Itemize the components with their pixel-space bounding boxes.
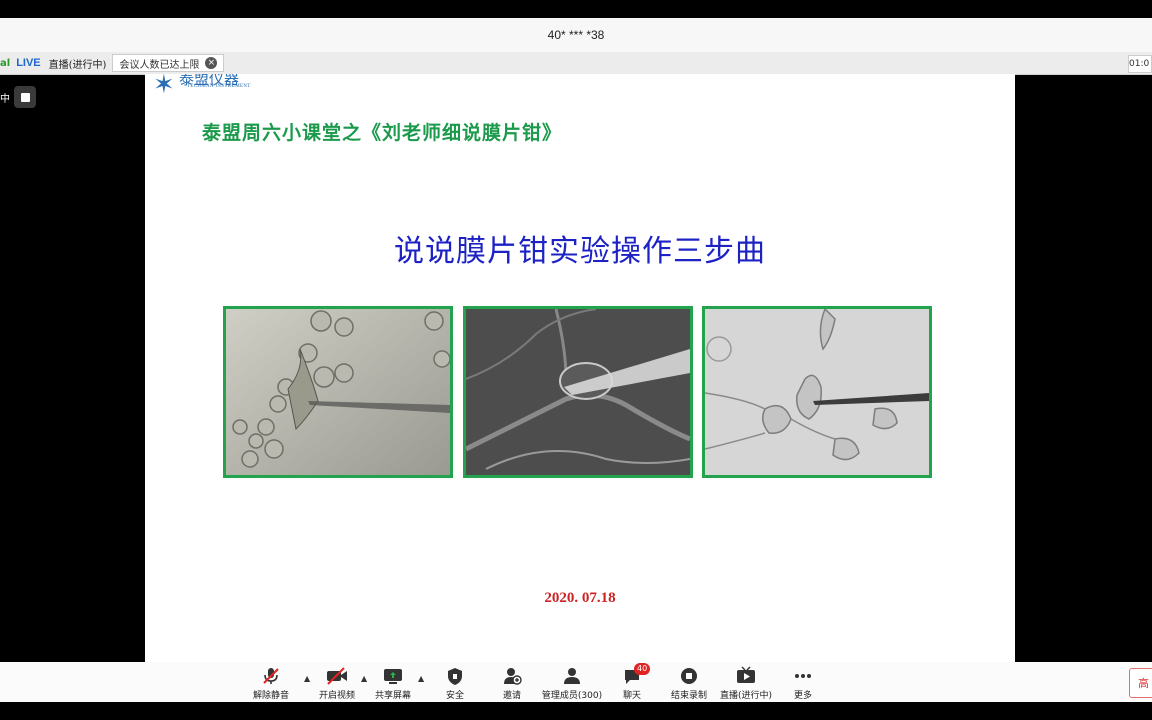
meeting-timer: 01:0 <box>1128 55 1152 73</box>
logo-text-en: TECHMAN INSTRUMENT <box>187 84 251 89</box>
stop-icon <box>20 92 30 102</box>
meeting-limit-notice: 会议人数已达上限 × <box>112 54 225 72</box>
window-title: 40* *** *38 <box>547 28 605 42</box>
shared-slide: ✶ 泰盟仪器 TECHMAN INSTRUMENT 泰盟周六小课堂之《刘老师细说… <box>145 74 1015 662</box>
manage-members-label: 管理成员(300) <box>541 691 603 701</box>
shield-icon <box>448 668 462 685</box>
bottom-black-bar <box>0 702 1152 720</box>
add-user-icon <box>504 668 522 685</box>
micrograph-cells-pipette-light <box>702 306 932 478</box>
live-icon <box>737 666 755 683</box>
slide-subtitle: 泰盟周六小课堂之《刘老师细说膜片钳》 <box>202 122 563 144</box>
start-video-label: 开启视频 <box>318 691 355 701</box>
share-screen-label: 共享屏幕 <box>374 691 411 701</box>
close-circle-icon[interactable]: × <box>205 57 218 69</box>
chat-unread-badge: 40 <box>634 663 651 675</box>
chat-label: 聊天 <box>622 691 641 701</box>
signal-indicator: al <box>0 57 11 69</box>
meeting-toolbar: 解除静音 ▲ 开启视频 ▲ 共享屏幕 ▲ 安全 邀请 管理成员(300) 40 … <box>0 662 1152 702</box>
slide-title: 说说膜片钳实验操作三步曲 <box>394 234 766 269</box>
company-logo: ✶ 泰盟仪器 TECHMAN INSTRUMENT <box>151 74 271 100</box>
unmute-label: 解除静音 <box>252 691 289 701</box>
record-stop-icon <box>681 668 697 684</box>
unmute-button[interactable]: 解除静音 <box>236 666 306 701</box>
recording-indicator-text: 中 <box>0 93 10 105</box>
window-titlebar: 40* *** *38 <box>0 18 1152 52</box>
microphone-muted-icon <box>263 668 279 684</box>
stop-recording-label: 结束录制 <box>670 691 707 701</box>
recording-indicator: 中 <box>0 84 36 110</box>
logo-star-icon: ✶ <box>153 74 175 100</box>
micrograph-neuron-pipette <box>463 306 693 478</box>
corner-button[interactable]: 高 <box>1129 668 1152 698</box>
share-screen-button[interactable]: 共享屏幕 <box>358 666 428 701</box>
live-stream-label: 直播(进行中) <box>719 691 773 701</box>
meeting-limit-text: 会议人数已达上限 <box>119 59 200 71</box>
live-status-text[interactable]: 直播(进行中) <box>49 56 107 71</box>
invite-label: 邀请 <box>502 691 521 701</box>
share-screen-icon <box>384 669 402 684</box>
more-icon <box>795 674 811 678</box>
more-button[interactable]: 更多 <box>768 666 838 701</box>
micrograph-cells-pipette <box>223 306 453 478</box>
stop-recording-button[interactable] <box>14 86 36 108</box>
security-label: 安全 <box>445 691 464 701</box>
meeting-status-bar: al LIVE 直播(进行中) 会议人数已达上限 × 01:0 <box>0 52 1152 75</box>
members-icon <box>564 668 580 684</box>
slide-date: 2020. 07.18 <box>544 590 616 606</box>
live-badge: LIVE <box>16 57 41 69</box>
more-label: 更多 <box>793 691 812 701</box>
video-off-icon <box>327 667 347 685</box>
